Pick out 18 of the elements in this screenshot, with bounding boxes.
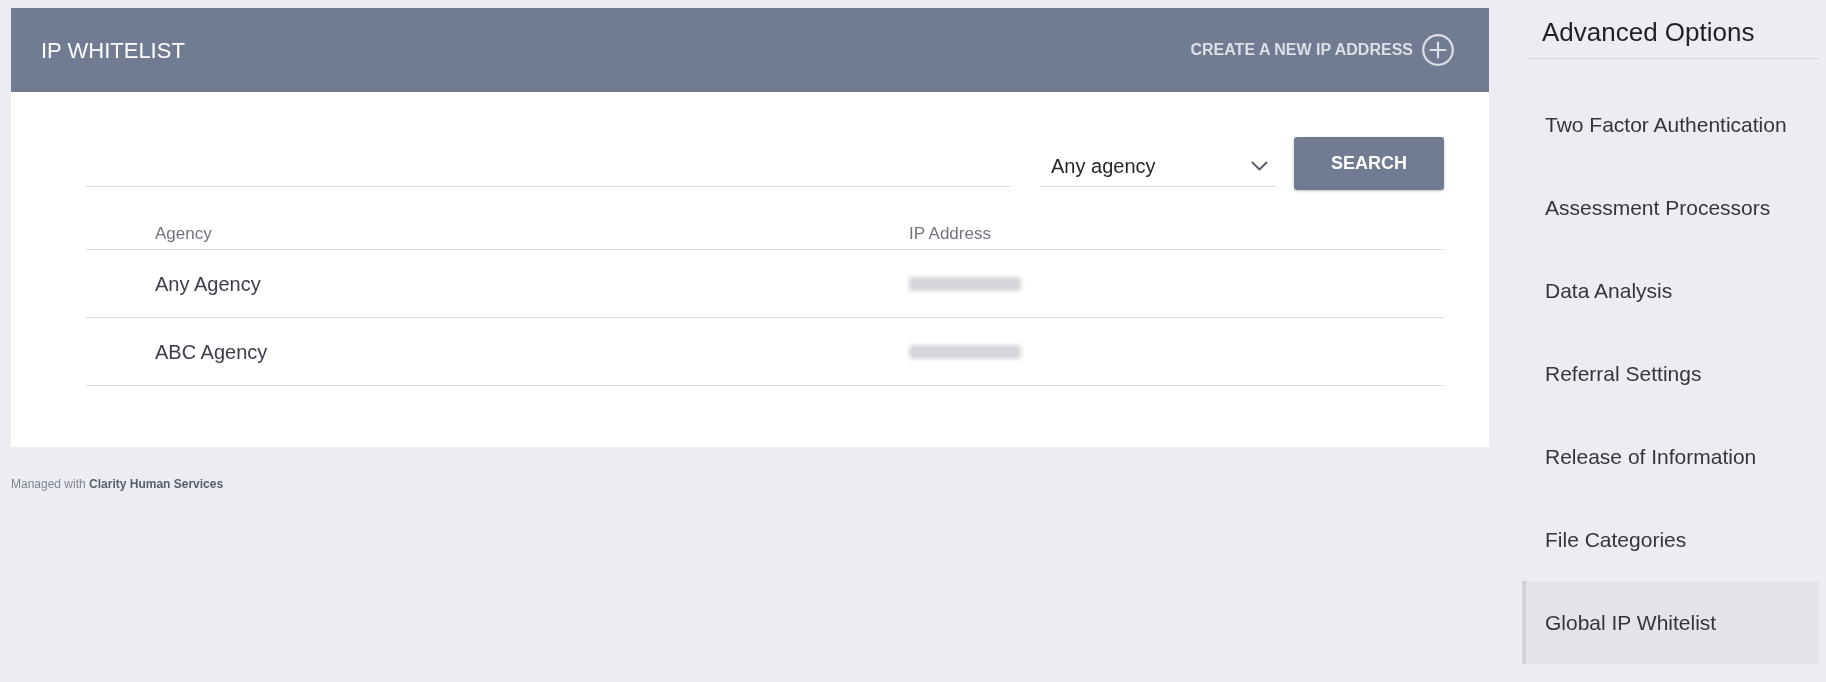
add-circle-icon bbox=[1422, 34, 1454, 66]
sidebar-item[interactable]: Referral Settings bbox=[1522, 332, 1819, 415]
agency-cell: ABC Agency bbox=[155, 340, 268, 363]
sidebar-item[interactable]: Data Analysis bbox=[1522, 249, 1819, 332]
sidebar-title: Advanced Options bbox=[1542, 15, 1755, 49]
column-header: Agency bbox=[155, 222, 212, 245]
agency-cell: Any Agency bbox=[155, 272, 261, 295]
column-header: IP Address bbox=[909, 222, 991, 245]
sidebar-item[interactable]: Two Factor Authentication bbox=[1522, 83, 1819, 166]
sidebar-item[interactable]: Global IP Whitelist bbox=[1522, 581, 1819, 664]
agency-select[interactable]: Any agency bbox=[1040, 145, 1277, 187]
sidebar-item[interactable]: Release of Information bbox=[1522, 415, 1819, 498]
chevron-down-icon bbox=[1251, 160, 1268, 171]
search-button[interactable]: SEARCH bbox=[1294, 137, 1444, 190]
sidebar-item[interactable]: Assessment Processors bbox=[1522, 166, 1819, 249]
footer-text: Managed with Clarity Human Services bbox=[11, 477, 224, 491]
panel-title: IP WHITELIST bbox=[41, 36, 185, 65]
sidebar-item[interactable]: File Categories bbox=[1522, 498, 1819, 581]
